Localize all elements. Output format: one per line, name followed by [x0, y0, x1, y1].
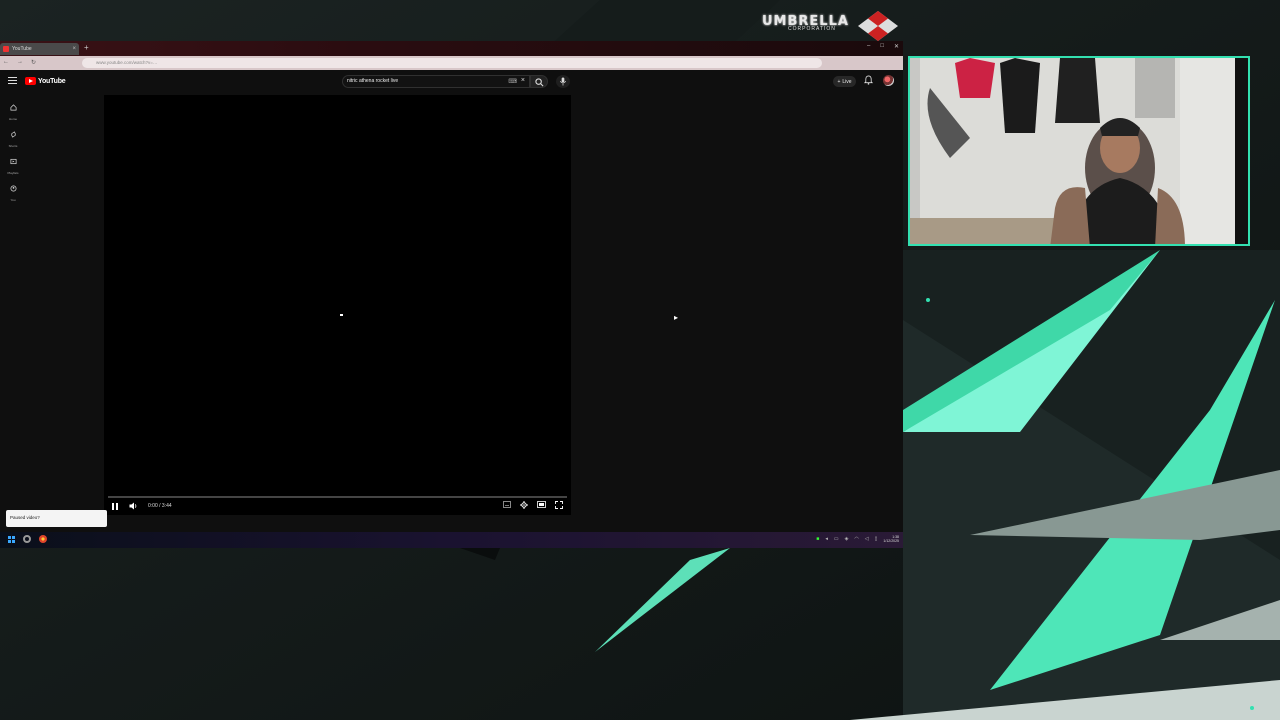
guide-item-home[interactable]: Home: [4, 98, 22, 121]
tab-bar: YouTube × + – □ ✕: [0, 41, 903, 56]
create-label: Live: [842, 78, 852, 85]
progress-bar[interactable]: [108, 496, 567, 498]
guide-item-shorts[interactable]: Shorts: [4, 125, 22, 148]
microphone-icon: [560, 77, 566, 86]
webcam-feed: [908, 56, 1250, 246]
youtube-header: YouTube nitric athena rocket live ⌨ × + …: [0, 70, 903, 93]
youtube-play-logo-icon: [25, 77, 36, 85]
mouse-cursor-icon: ▸: [674, 313, 679, 322]
player-right-controls: [503, 501, 563, 509]
guide-label: Playlists: [7, 171, 19, 175]
tray-app-icon[interactable]: ■: [816, 536, 819, 542]
account-avatar[interactable]: [883, 75, 894, 86]
volume-tray-icon[interactable]: ◁: [865, 536, 869, 542]
loading-indicator: [340, 314, 343, 316]
minimize-button[interactable]: –: [867, 43, 870, 50]
time-display: 0:00 / 3:44: [148, 503, 172, 509]
brand-subtext: CORPORATION: [788, 26, 836, 32]
fullscreen-icon[interactable]: [555, 501, 563, 509]
taskbar-browser-icon[interactable]: [39, 535, 47, 543]
logo-text: YouTube: [38, 77, 66, 85]
search-input[interactable]: nitric athena rocket live ⌨ ×: [342, 75, 530, 88]
nav-buttons: ← → ↻: [3, 59, 36, 66]
system-tray: ■ ◂ ▭ ◈ ◠ ◁ ▯ 1:38 1/12/2025: [816, 535, 899, 543]
tray-icon[interactable]: ▭: [834, 536, 839, 542]
playlist-icon: [10, 158, 16, 165]
webcam-image: [910, 58, 1248, 244]
umbrella-emblem-icon: [858, 11, 898, 41]
guide-label: You: [10, 198, 16, 202]
search-query: nitric athena rocket live: [347, 78, 399, 84]
taskbar-app-icon[interactable]: [23, 535, 31, 543]
menu-icon[interactable]: [8, 77, 17, 84]
window-controls: – □ ✕: [867, 43, 899, 50]
plus-icon: +: [837, 78, 841, 85]
player-controls: 0:00 / 3:44: [104, 496, 571, 515]
battery-icon[interactable]: ▯: [875, 536, 878, 542]
guide-item-playlists[interactable]: Playlists: [4, 152, 22, 175]
video-player[interactable]: [104, 95, 571, 515]
toast-message[interactable]: Paused video?: [6, 510, 107, 527]
volume-icon[interactable]: [129, 502, 138, 510]
tray-icon[interactable]: ◈: [845, 536, 849, 542]
close-tab-icon[interactable]: ×: [72, 46, 76, 52]
pause-icon[interactable]: [112, 503, 118, 510]
create-button[interactable]: + Live: [833, 76, 856, 87]
subtitles-icon[interactable]: [503, 501, 511, 508]
windows-start-icon[interactable]: [8, 536, 15, 543]
guide-label: Shorts: [8, 144, 18, 148]
url-field[interactable]: www.youtube.com/watch?v=…: [82, 58, 822, 68]
taskbar: ■ ◂ ▭ ◈ ◠ ◁ ▯ 1:38 1/12/2025: [0, 532, 903, 548]
guide-sidebar: Home Shorts Playlists You: [0, 93, 26, 533]
wifi-icon[interactable]: ◠: [854, 536, 858, 542]
clear-search-icon[interactable]: ×: [521, 77, 525, 84]
reload-icon[interactable]: ↻: [31, 59, 36, 66]
youtube-favicon-icon: [3, 46, 9, 52]
keyboard-icon[interactable]: ⌨: [508, 78, 517, 85]
guide-item-you[interactable]: You: [4, 179, 22, 202]
clock-date: 1/12/2025: [883, 539, 899, 543]
search-button[interactable]: [530, 75, 548, 88]
voice-search-button[interactable]: [556, 75, 570, 88]
tab-title: YouTube: [12, 46, 32, 52]
search-icon: [535, 78, 544, 87]
clock[interactable]: 1:38 1/12/2025: [883, 535, 899, 543]
home-icon: [10, 104, 16, 111]
new-tab-button[interactable]: +: [84, 43, 89, 52]
tab-youtube[interactable]: YouTube ×: [0, 43, 79, 55]
shorts-icon: [10, 131, 16, 138]
back-icon[interactable]: ←: [3, 59, 9, 66]
address-bar: ← → ↻ www.youtube.com/watch?v=…: [0, 56, 903, 70]
forward-icon[interactable]: →: [17, 59, 23, 66]
settings-gear-icon[interactable]: [520, 501, 528, 509]
tray-icon[interactable]: ◂: [825, 536, 828, 542]
theater-mode-icon[interactable]: [537, 501, 546, 508]
you-icon: [10, 185, 16, 192]
umbrella-corporation-logo: UMBRELLA CORPORATION: [762, 11, 902, 41]
youtube-logo[interactable]: YouTube: [25, 77, 66, 85]
notifications-bell-icon[interactable]: [864, 75, 873, 85]
close-window-button[interactable]: ✕: [894, 43, 899, 50]
browser-window: YouTube × + – □ ✕ ← → ↻ www.youtube.com/…: [0, 41, 903, 548]
maximize-button[interactable]: □: [880, 43, 884, 50]
guide-label: Home: [8, 117, 17, 121]
